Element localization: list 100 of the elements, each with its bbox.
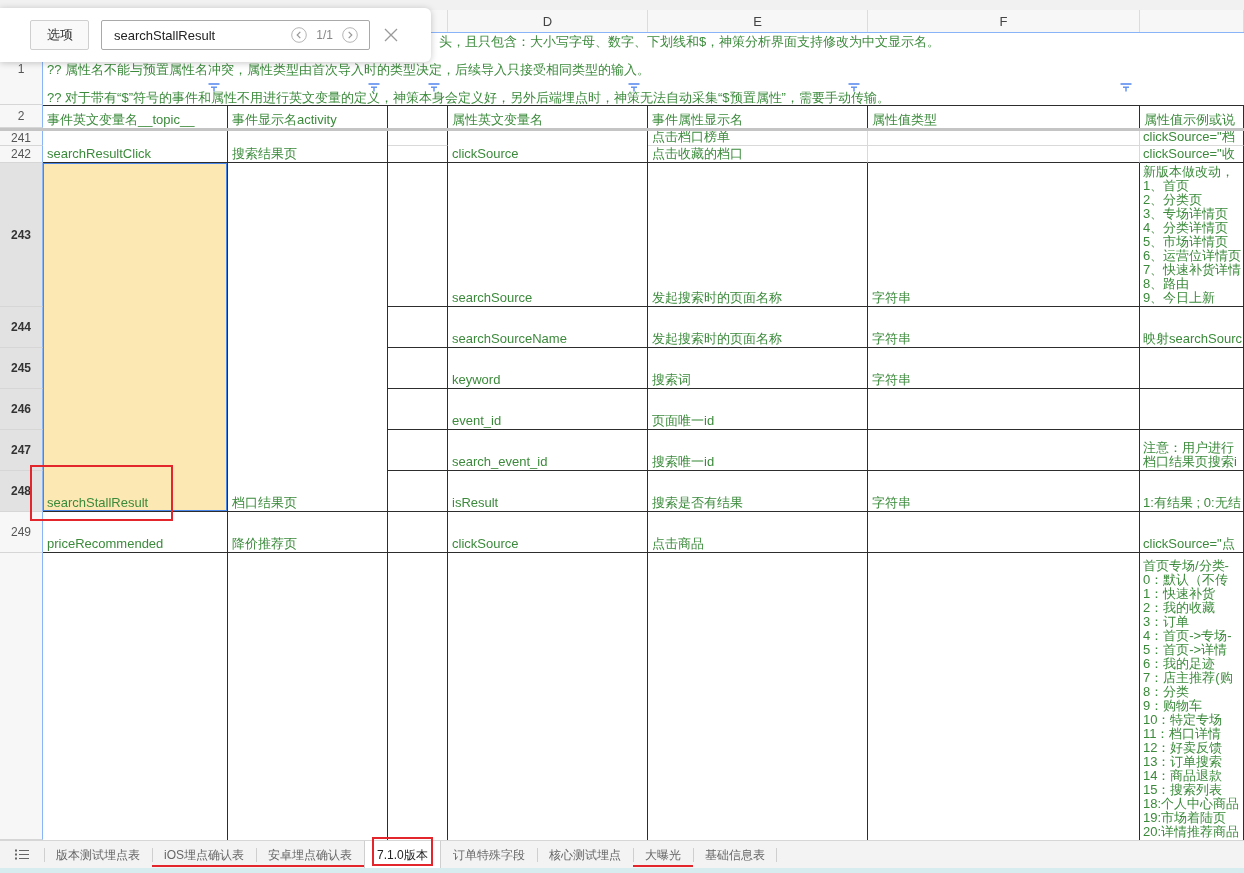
example-line: 1：快速补货 xyxy=(1143,587,1216,601)
column-letter[interactable]: F xyxy=(999,13,1008,29)
filter-icon[interactable] xyxy=(848,83,860,92)
example-line: 6：我的足迹 xyxy=(1143,657,1216,671)
list-icon[interactable] xyxy=(15,849,29,860)
column-letter[interactable]: D xyxy=(542,13,553,29)
value-type: 字符串 xyxy=(872,373,911,387)
example-line: 7、快速补货详情 xyxy=(1143,263,1242,277)
filter-icon[interactable] xyxy=(428,83,440,92)
example-line: 新版本做改动， xyxy=(1143,165,1234,179)
row-header[interactable]: 245 xyxy=(0,348,43,389)
search-match-cell[interactable]: searchStallResult xyxy=(43,163,228,512)
note-line: ?? 对于带有“$”符号的事件和属性不用进行英文变量的定义，神策本身会定义好，另外后端埋点时，神策无法自动采集“$预置属性”，需要手动传输。 xyxy=(47,90,890,105)
example-line: 0：默认（不传 xyxy=(1143,573,1229,587)
property-name: isResult xyxy=(452,496,499,510)
example-line: 3、专场详情页 xyxy=(1143,207,1229,221)
note-line: 头，且只包含：大小写字母、数字、下划线和$，神策分析界面支持修改为中文显示名。 xyxy=(439,34,941,49)
example-line: 10：特定专场 xyxy=(1143,713,1223,727)
row-header[interactable]: 249 xyxy=(0,512,43,553)
match-count: 1/1 xyxy=(316,28,333,42)
example-line: 档口结果页搜索i xyxy=(1143,455,1237,469)
example-line: 14：商品退款 xyxy=(1143,769,1223,783)
example-line: 8、路由 xyxy=(1143,277,1190,291)
property-label: 点击档口榜单 xyxy=(652,131,730,144)
sheet-tab[interactable]: 基础信息表 xyxy=(692,841,777,868)
event-cell[interactable]: priceRecommended xyxy=(43,512,228,553)
example-line: 18:个人中心商品 xyxy=(1143,797,1240,811)
sheet-tab[interactable]: 大曝光 xyxy=(632,841,693,868)
sheet-tab[interactable]: 核心测试埋点 xyxy=(536,841,633,868)
sheet-tab[interactable]: 订单特殊字段 xyxy=(440,841,537,868)
example-line: 首页专场/分类- xyxy=(1143,559,1229,573)
example-line: 2：我的收藏 xyxy=(1143,601,1216,615)
example-line: 6、运营位详情页 xyxy=(1143,249,1242,263)
event-name: searchStallResult xyxy=(47,496,149,510)
property-name: searchSourceName xyxy=(452,332,567,346)
close-icon[interactable] xyxy=(384,28,398,42)
example-line: 20:详情推荐商品 xyxy=(1143,825,1240,839)
example-line: 注意：用户进行 xyxy=(1143,441,1234,455)
value-type: 字符串 xyxy=(872,332,911,346)
row-header[interactable]: 244 xyxy=(0,307,43,348)
sheet-tab[interactable]: iOS埋点确认表 xyxy=(152,841,256,868)
sheet-tab[interactable]: 版本测试埋点表 xyxy=(44,841,152,868)
sheet-tab[interactable]: 安卓埋点确认表 xyxy=(256,841,364,868)
event-name: priceRecommended xyxy=(47,537,164,551)
filter-icon[interactable] xyxy=(1120,83,1132,92)
event-name: searchResultClick xyxy=(47,147,152,161)
example-line: 5：首页->详情 xyxy=(1143,643,1228,657)
example-line: 3：订单 xyxy=(1143,615,1190,629)
example-line: 映射searchSourc xyxy=(1143,332,1242,346)
row-header[interactable]: 247 xyxy=(0,430,43,471)
filter-icon[interactable] xyxy=(208,83,220,92)
activity-name: 降价推荐页 xyxy=(232,537,297,551)
column-title: 属性值类型 xyxy=(872,112,937,127)
example-line: 19:市场着陆页 xyxy=(1143,811,1227,825)
column-title: 事件属性显示名 xyxy=(652,112,743,127)
example-line: 9：购物车 xyxy=(1143,699,1203,713)
example-line: 13：订单搜索 xyxy=(1143,755,1223,769)
column-title: 属性值示例或说 xyxy=(1144,112,1235,127)
example-line: 7：店主推荐(购 xyxy=(1143,671,1233,685)
filter-icon[interactable] xyxy=(368,83,380,92)
activity-name: 搜索结果页 xyxy=(232,147,297,161)
example-line: 15：搜索列表 xyxy=(1143,783,1223,797)
row-header[interactable]: 2 xyxy=(0,105,43,128)
note-line: ?? 属性名不能与预置属性名冲突，属性类型由首次导入时的类型决定，后续导入只接受相同类型的输入。 xyxy=(47,62,651,77)
row-header[interactable]: 246 xyxy=(0,389,43,430)
row-header[interactable]: 248 xyxy=(0,471,43,512)
property-label: 点击收藏的档口 xyxy=(652,147,743,161)
column-title: 事件显示名activity xyxy=(232,112,337,127)
property-name: clickSource xyxy=(452,147,519,161)
property-label: 搜索是否有结果 xyxy=(652,496,743,510)
next-match-icon[interactable] xyxy=(342,27,358,43)
row-header[interactable]: 241 xyxy=(0,131,43,146)
example-line: 9、今日上新 xyxy=(1143,291,1216,305)
previous-match-icon[interactable] xyxy=(291,27,308,43)
example-line: clickSource="收 xyxy=(1143,147,1235,161)
property-name: searchSource xyxy=(452,291,533,305)
property-label: 发起搜索时的页面名称 xyxy=(652,332,782,346)
property-name: search_event_id xyxy=(452,455,548,469)
row-header[interactable]: 243 xyxy=(0,163,43,307)
property-label: 搜索唯一id xyxy=(652,455,715,469)
activity-name: 档口结果页 xyxy=(232,496,297,510)
column-title: 事件英文变量名__topic__ xyxy=(47,112,195,127)
example-line: 4：首页->专场- xyxy=(1143,629,1232,643)
property-name: clickSource xyxy=(452,537,519,551)
row-header[interactable] xyxy=(0,553,43,840)
value-type: 字符串 xyxy=(872,496,911,510)
example-line: clickSource="档 xyxy=(1143,131,1235,144)
filter-icon[interactable] xyxy=(628,83,640,92)
row-header[interactable]: 242 xyxy=(0,146,43,163)
property-label: 点击商品 xyxy=(652,537,704,551)
example-line: 11：档口详情 xyxy=(1143,727,1222,741)
column-title: 属性英文变量名 xyxy=(452,112,543,127)
example-line: clickSource="点 xyxy=(1143,537,1235,551)
property-label: 搜索词 xyxy=(652,373,691,387)
options-button[interactable]: 选项 xyxy=(30,20,89,50)
column-letter[interactable]: E xyxy=(753,13,762,29)
property-label: 发起搜索时的页面名称 xyxy=(652,291,782,305)
value-type: 字符串 xyxy=(872,291,911,305)
example-line: 4、分类详情页 xyxy=(1143,221,1229,235)
property-name: event_id xyxy=(452,414,502,428)
